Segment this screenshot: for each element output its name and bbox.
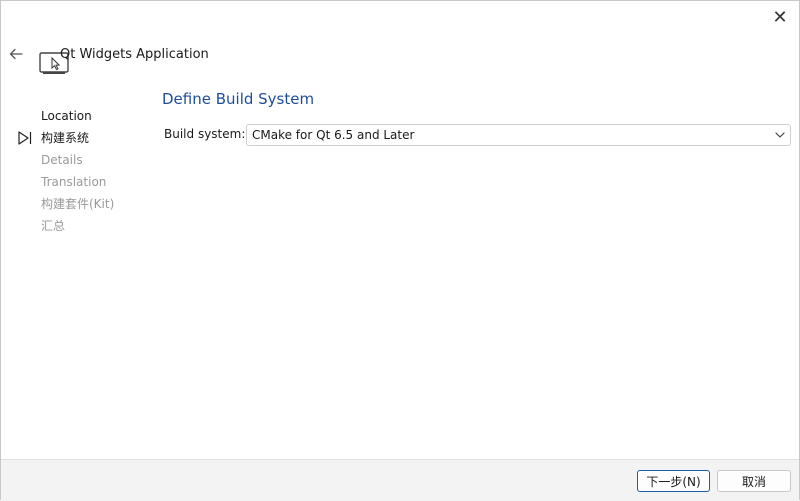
wizard-title: Qt Widgets Application [60,47,209,62]
step-label: 构建系统 [41,131,90,145]
step-kits: 构建套件(Kit) [41,193,114,215]
page-title: Define Build System [162,90,315,108]
step-build-system: 构建系统 [18,127,114,149]
step-label: Details [41,153,83,167]
wizard-steps: Location 构建系统 Details Translation 构建套件(K… [18,105,114,237]
next-button[interactable]: 下一步(N) [637,470,710,492]
wizard-footer: 下一步(N) 取消 [1,459,799,501]
back-arrow-icon [9,48,23,60]
build-system-value: CMake for Qt 6.5 and Later [252,128,415,142]
step-summary: 汇总 [41,215,114,237]
build-system-label: Build system: [164,127,246,141]
step-details: Details [41,149,114,171]
wizard-window: ✕ Qt Widgets Application Location 构建系统 D… [0,0,800,501]
step-translation: Translation [41,171,114,193]
chevron-down-icon [775,132,785,138]
back-button[interactable] [5,43,27,65]
cancel-button[interactable]: 取消 [717,470,791,492]
step-label: 构建套件(Kit) [41,197,115,211]
current-step-marker-icon [18,131,32,145]
close-button[interactable]: ✕ [765,3,795,31]
step-label: Translation [41,175,107,189]
step-location: Location [41,105,114,127]
step-label: 汇总 [41,219,66,233]
close-icon: ✕ [772,6,788,28]
build-system-select[interactable]: CMake for Qt 6.5 and Later [246,124,791,146]
step-label: Location [41,109,92,123]
